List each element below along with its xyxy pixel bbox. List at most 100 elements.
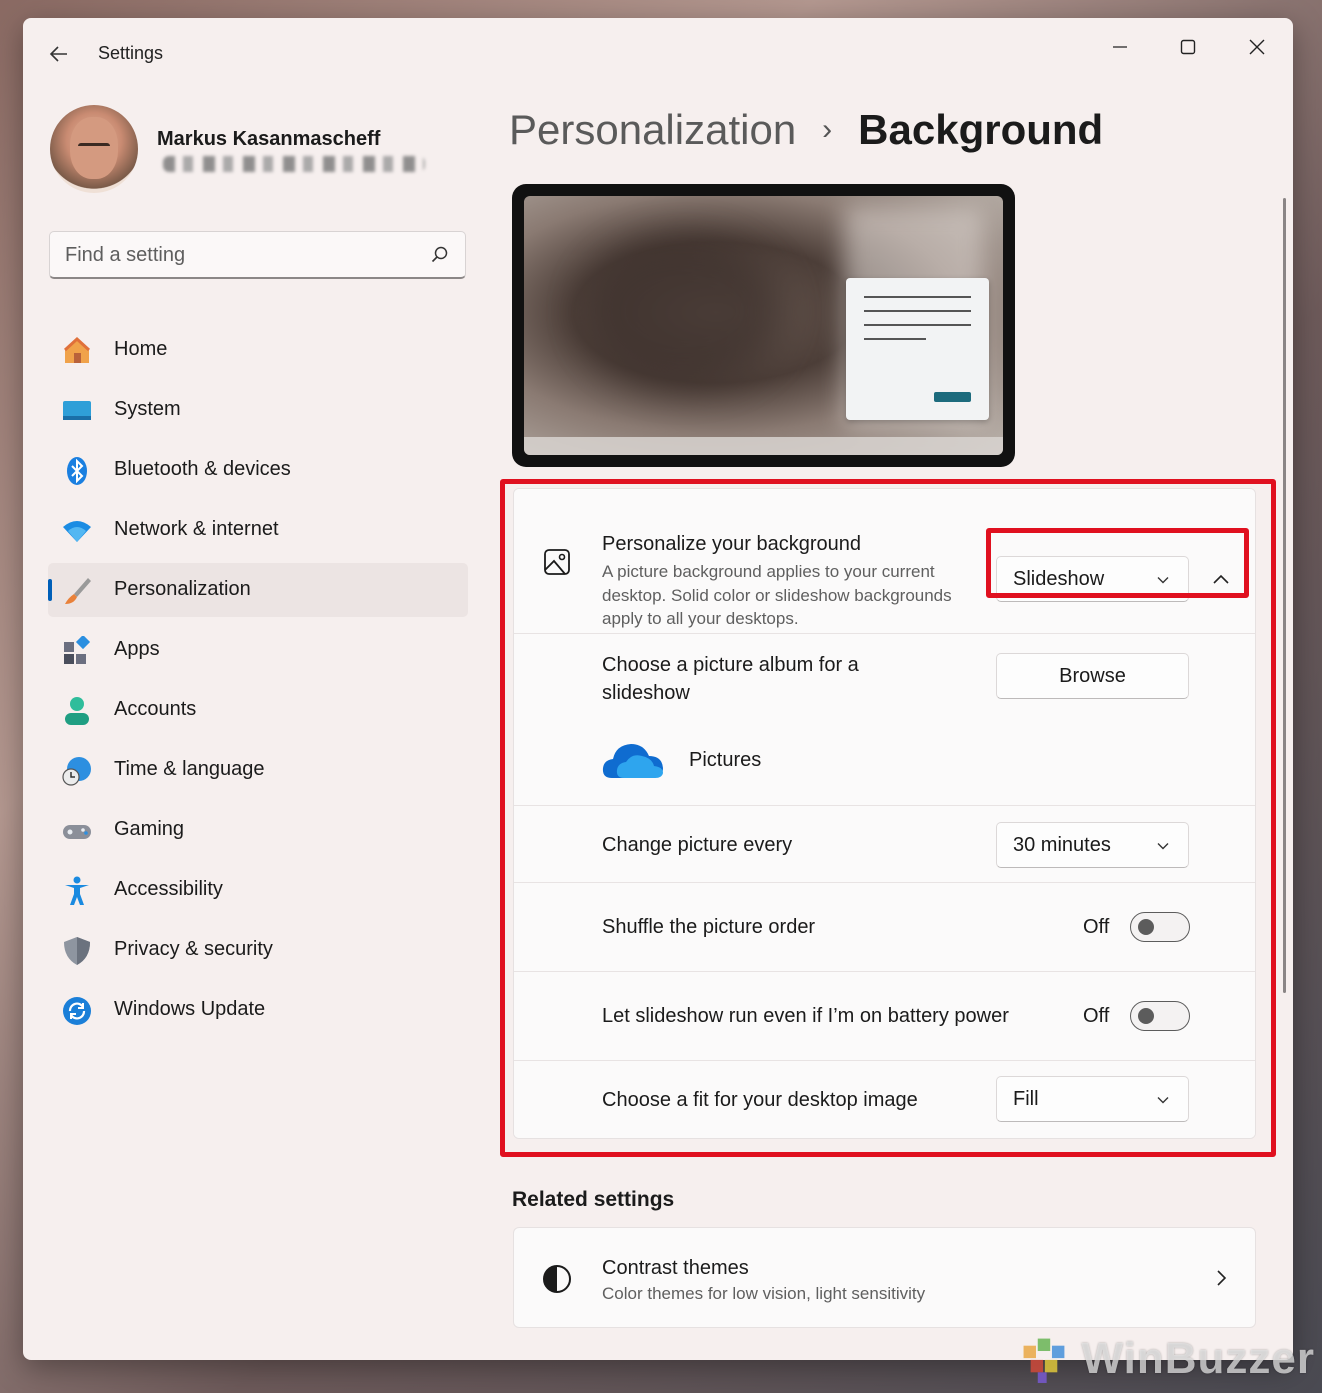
dropdown-value: Fill (1013, 1088, 1039, 1110)
winbuzzer-logo-icon (1023, 1338, 1065, 1383)
back-button[interactable] (45, 40, 73, 68)
album-folder-name: Pictures (689, 749, 762, 771)
dropdown-value: 30 minutes (1013, 834, 1111, 856)
accounts-icon (65, 697, 89, 725)
chevron-down-icon (1157, 577, 1169, 584)
search-box[interactable] (49, 231, 466, 279)
toggle-knob (1138, 919, 1154, 935)
wifi-icon (63, 521, 91, 542)
sidebar-item-bluetooth[interactable]: Bluetooth & devices (48, 443, 468, 497)
search-input[interactable] (65, 242, 405, 268)
breadcrumb-separator: › (822, 113, 833, 146)
battery-state: Off (1083, 1005, 1110, 1027)
sidebar-item-time-language[interactable]: Time & language (48, 743, 468, 797)
preview-taskbar (524, 437, 1003, 455)
shuffle-title: Shuffle the picture order (602, 916, 816, 938)
close-button[interactable] (1234, 30, 1280, 64)
app-title: Settings (98, 43, 164, 63)
title-bar: Settings (23, 18, 1293, 90)
chevron-down-icon (1157, 843, 1169, 850)
sidebar-nav: Home System Bluetooth & devices Network … (48, 323, 468, 1043)
gamepad-icon (63, 825, 91, 839)
sidebar-item-label: Bluetooth & devices (114, 458, 291, 480)
system-icon (63, 401, 91, 420)
settings-window: Settings Markus Kasanmascheff Home Syste… (23, 18, 1293, 1360)
shuffle-state: Off (1083, 916, 1110, 938)
album-title: Choose a picture album for a slideshow (602, 654, 859, 704)
sidebar-item-windows-update[interactable]: Windows Update (48, 983, 468, 1037)
preview-text-line (864, 338, 926, 340)
change-picture-interval-row: Change picture every 30 minutes (514, 806, 1255, 883)
avatar[interactable] (50, 105, 138, 193)
avatar-glasses (78, 143, 110, 151)
brush-icon (65, 578, 91, 604)
shield-icon (64, 937, 90, 965)
personalize-title: Personalize your background (602, 533, 862, 555)
user-name: Markus Kasanmascheff (157, 128, 381, 150)
picture-album-row: Choose a picture album for a slideshow B… (514, 634, 1255, 806)
page-title: Background (858, 106, 1104, 153)
maximize-button[interactable] (1165, 30, 1211, 64)
preview-text-line (864, 310, 971, 312)
fit-row: Choose a fit for your desktop image Fill (514, 1061, 1255, 1138)
interval-title: Change picture every (602, 834, 793, 856)
contrast-title: Contrast themes (602, 1257, 749, 1279)
sidebar-item-apps[interactable]: Apps (48, 623, 468, 677)
sidebar-item-home[interactable]: Home (48, 323, 468, 377)
sidebar-item-personalization[interactable]: Personalization (48, 563, 468, 617)
chevron-up-icon[interactable] (1211, 569, 1231, 589)
sidebar-item-label: Accessibility (114, 878, 223, 900)
fit-dropdown[interactable]: Fill (996, 1076, 1189, 1122)
apps-icon (64, 636, 91, 664)
browse-button[interactable]: Browse (996, 653, 1189, 699)
maximize-icon (1180, 39, 1196, 55)
sidebar-item-label: Personalization (114, 578, 251, 600)
interval-dropdown[interactable]: 30 minutes (996, 822, 1189, 868)
home-icon (63, 336, 91, 363)
contrast-icon (543, 1265, 571, 1293)
watermark-text: WinBuzzer (1081, 1334, 1315, 1383)
sidebar-item-gaming[interactable]: Gaming (48, 803, 468, 857)
related-settings-heading: Related settings (512, 1188, 675, 1211)
winbuzzer-watermark: WinBuzzer (1020, 1328, 1315, 1390)
onedrive-cloud-icon (602, 744, 663, 778)
sidebar-item-label: System (114, 398, 181, 420)
sidebar-item-label: Windows Update (114, 998, 266, 1020)
chevron-right-icon (1217, 1270, 1227, 1286)
preview-blur (584, 236, 784, 386)
sidebar-item-label: Accounts (114, 698, 197, 720)
close-icon (1249, 39, 1265, 55)
sidebar-item-system[interactable]: System (48, 383, 468, 437)
globe-clock-icon (62, 757, 91, 786)
chevron-down-icon (1157, 1097, 1169, 1104)
sidebar-item-accessibility[interactable]: Accessibility (48, 863, 468, 917)
breadcrumb: Personalization › Background (509, 106, 1103, 154)
sidebar-item-label: Home (114, 338, 168, 360)
preview-button (934, 392, 971, 402)
shuffle-toggle[interactable] (1130, 912, 1190, 942)
scrollbar[interactable] (1283, 198, 1286, 993)
breadcrumb-parent[interactable]: Personalization (509, 106, 796, 154)
preview-text-line (864, 324, 971, 326)
battery-toggle[interactable] (1130, 1001, 1190, 1031)
sidebar-item-label: Privacy & security (114, 938, 273, 960)
sidebar-item-network[interactable]: Network & internet (48, 503, 468, 557)
sidebar-item-accounts[interactable]: Accounts (48, 683, 468, 737)
battery-title: Let slideshow run even if I’m on battery… (602, 1005, 1009, 1027)
fit-title: Choose a fit for your desktop image (602, 1089, 918, 1111)
background-type-dropdown[interactable]: Slideshow (996, 556, 1189, 602)
background-settings-group: Personalize your background A picture ba… (513, 488, 1256, 1139)
sidebar-item-label: Apps (114, 638, 160, 660)
search-icon[interactable] (431, 246, 449, 264)
user-email-redacted (163, 156, 425, 172)
minimize-button[interactable] (1097, 30, 1143, 64)
toggle-knob (1138, 1008, 1154, 1024)
preview-text-line (864, 296, 971, 298)
sidebar-item-privacy[interactable]: Privacy & security (48, 923, 468, 977)
preview-wallpaper (524, 196, 1003, 455)
personalize-background-row: Personalize your background A picture ba… (514, 489, 1255, 634)
contrast-themes-card[interactable]: Contrast themes Color themes for low vis… (513, 1227, 1256, 1328)
update-icon (63, 997, 91, 1025)
battery-row: Let slideshow run even if I’m on battery… (514, 972, 1255, 1061)
sidebar-item-label: Time & language (114, 758, 265, 780)
